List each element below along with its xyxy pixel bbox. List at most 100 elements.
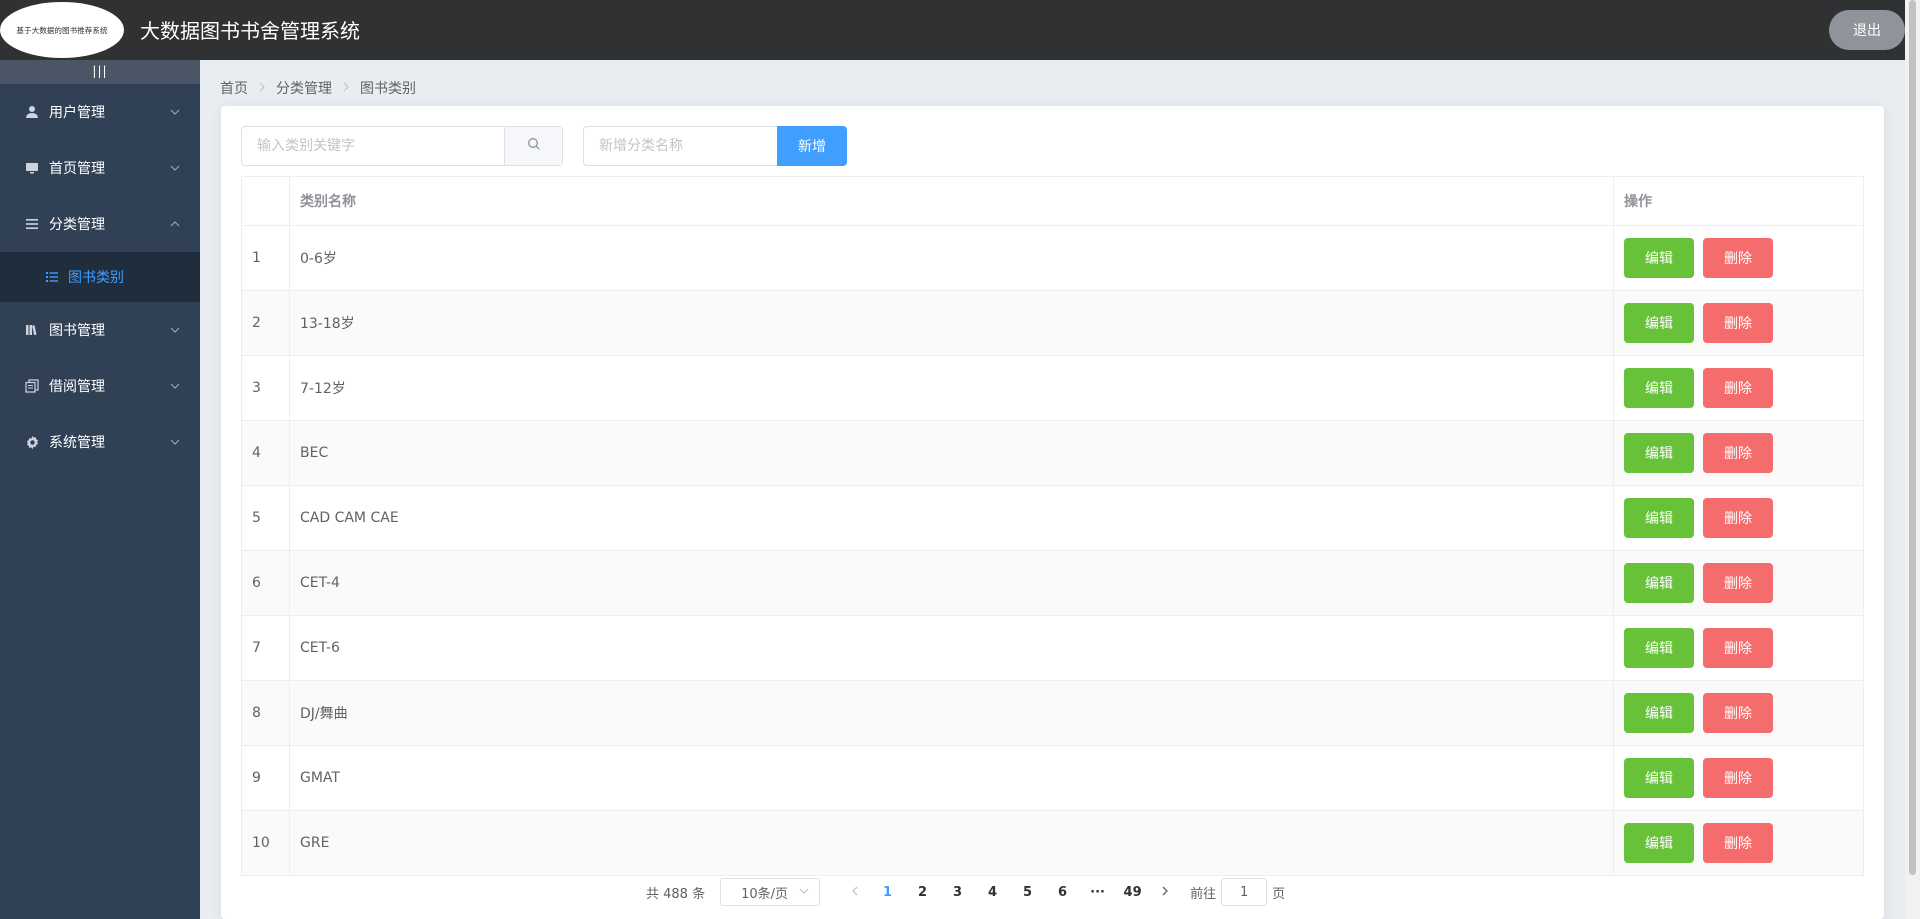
edit-button[interactable]: 编辑	[1624, 758, 1694, 798]
search-input[interactable]	[242, 127, 504, 165]
delete-button[interactable]: 删除	[1703, 238, 1773, 278]
sidebar-item-user-management[interactable]: 用户管理	[0, 84, 200, 140]
sidebar-collapse-toggle[interactable]: |||	[0, 60, 200, 84]
table-row: 8 DJ/舞曲 编辑 删除	[241, 680, 1864, 746]
row-category-name: 13-18岁	[289, 290, 1614, 356]
sidebar-item-label: 图书类别	[68, 270, 124, 286]
goto-page-input[interactable]	[1221, 878, 1268, 906]
row-actions: 编辑 删除	[1613, 485, 1864, 551]
delete-button[interactable]: 删除	[1703, 758, 1773, 798]
breadcrumb-home[interactable]: 首页	[220, 78, 248, 98]
breadcrumb-category-management[interactable]: 分类管理	[276, 78, 332, 98]
page-number[interactable]: 6	[1045, 885, 1080, 900]
search-box	[241, 126, 563, 166]
table-row: 5 CAD CAM CAE 编辑 删除	[241, 485, 1864, 551]
page-number[interactable]: 5	[1010, 885, 1045, 900]
delete-button[interactable]: 删除	[1703, 368, 1773, 408]
delete-button[interactable]: 删除	[1703, 303, 1773, 343]
pagination-total: 共 488 条	[646, 886, 706, 902]
user-icon	[24, 104, 40, 120]
sidebar-item-home-management[interactable]: 首页管理	[0, 140, 200, 196]
row-actions: 编辑 删除	[1613, 745, 1864, 811]
edit-button[interactable]: 编辑	[1624, 433, 1694, 473]
table-header-row: 类别名称 操作	[241, 176, 1864, 226]
sidebar-item-system-management[interactable]: 系统管理	[0, 414, 200, 470]
search-icon	[527, 137, 541, 155]
page-size-value: 10条/页	[741, 886, 789, 902]
main-card: 新增 类别名称 操作 1 0-6岁 编辑删除 2 13-18岁 编辑删除	[221, 106, 1884, 919]
delete-button[interactable]: 删除	[1703, 823, 1773, 863]
delete-button[interactable]: 删除	[1703, 693, 1773, 733]
new-category-input[interactable]	[583, 126, 778, 166]
edit-button[interactable]: 编辑	[1624, 693, 1694, 733]
top-header: 基于大数据的图书推荐系统 大数据图书书舍管理系统 退出	[0, 0, 1920, 60]
sidebar-item-label: 系统管理	[49, 435, 105, 451]
header-operations: 操作	[1613, 176, 1864, 226]
chevron-up-icon	[170, 219, 180, 232]
chevron-right-icon	[342, 81, 350, 95]
row-category-name: CET-4	[289, 550, 1614, 616]
page-number[interactable]: 4	[975, 885, 1010, 900]
page-number[interactable]: 3	[940, 885, 975, 900]
next-page-button[interactable]	[1150, 885, 1180, 900]
logout-button[interactable]: 退出	[1829, 10, 1905, 50]
sidebar-item-label: 用户管理	[49, 105, 105, 121]
page-size-select[interactable]: 10条/页	[720, 878, 821, 906]
table-row: 2 13-18岁 编辑 删除	[241, 290, 1864, 356]
edit-button[interactable]: 编辑	[1624, 498, 1694, 538]
edit-button[interactable]: 编辑	[1624, 628, 1694, 668]
add-button[interactable]: 新增	[777, 126, 847, 166]
books-icon	[24, 322, 40, 338]
sidebar-item-label: 借阅管理	[49, 379, 105, 395]
page-number[interactable]: 2	[905, 885, 940, 900]
row-index: 10	[241, 810, 290, 876]
edit-button[interactable]: 编辑	[1624, 368, 1694, 408]
table-row: 7 CET-6 编辑 删除	[241, 615, 1864, 681]
edit-button[interactable]: 编辑	[1624, 238, 1694, 278]
sidebar-item-category-management[interactable]: 分类管理	[0, 196, 200, 252]
table-row: 3 7-12岁 编辑 删除	[241, 355, 1864, 421]
table-row: 6 CET-4 编辑 删除	[241, 550, 1864, 616]
sidebar-item-book-management[interactable]: 图书管理	[0, 302, 200, 358]
sidebar-item-book-categories[interactable]: 图书类别	[0, 252, 200, 302]
more-pages-ellipsis[interactable]: ···	[1080, 885, 1115, 900]
chevron-down-icon	[170, 163, 180, 176]
row-index: 7	[241, 615, 290, 681]
sidebar-item-borrow-management[interactable]: 借阅管理	[0, 358, 200, 414]
prev-page-button[interactable]	[840, 885, 870, 900]
chevron-right-icon	[258, 81, 266, 95]
goto-prefix: 前往	[1190, 886, 1217, 902]
menu-icon	[24, 216, 40, 232]
delete-button[interactable]: 删除	[1703, 628, 1773, 668]
breadcrumb-current: 图书类别	[360, 81, 416, 97]
page-number[interactable]: 49	[1115, 885, 1150, 900]
delete-button[interactable]: 删除	[1703, 498, 1773, 538]
table-row: 1 0-6岁 编辑 删除	[241, 225, 1864, 291]
gear-icon	[24, 434, 40, 450]
chevron-down-icon	[799, 886, 809, 899]
row-index: 6	[241, 550, 290, 616]
delete-button[interactable]: 删除	[1703, 433, 1773, 473]
list-icon	[45, 270, 59, 284]
goto-suffix: 页	[1272, 886, 1286, 902]
row-index: 2	[241, 290, 290, 356]
row-actions: 编辑 删除	[1613, 290, 1864, 356]
chevron-down-icon	[170, 107, 180, 120]
edit-button[interactable]: 编辑	[1624, 303, 1694, 343]
category-submenu: 图书类别	[0, 252, 200, 302]
edit-button[interactable]: 编辑	[1624, 563, 1694, 603]
delete-button[interactable]: 删除	[1703, 563, 1773, 603]
scrollbar-thumb[interactable]	[1909, 0, 1916, 875]
page-scrollbar[interactable]	[1905, 0, 1920, 919]
sidebar-item-label: 首页管理	[49, 161, 105, 177]
edit-button[interactable]: 编辑	[1624, 823, 1694, 863]
logo-text: 基于大数据的图书推荐系统	[16, 25, 108, 35]
row-index: 3	[241, 355, 290, 421]
header-index	[241, 176, 290, 226]
row-category-name: 7-12岁	[289, 355, 1614, 421]
sidebar-item-label: 图书管理	[49, 323, 105, 339]
page-number[interactable]: 1	[870, 885, 905, 900]
row-category-name: CAD CAM CAE	[289, 485, 1614, 551]
search-button[interactable]	[504, 127, 562, 165]
sidebar-item-label: 分类管理	[49, 217, 105, 233]
